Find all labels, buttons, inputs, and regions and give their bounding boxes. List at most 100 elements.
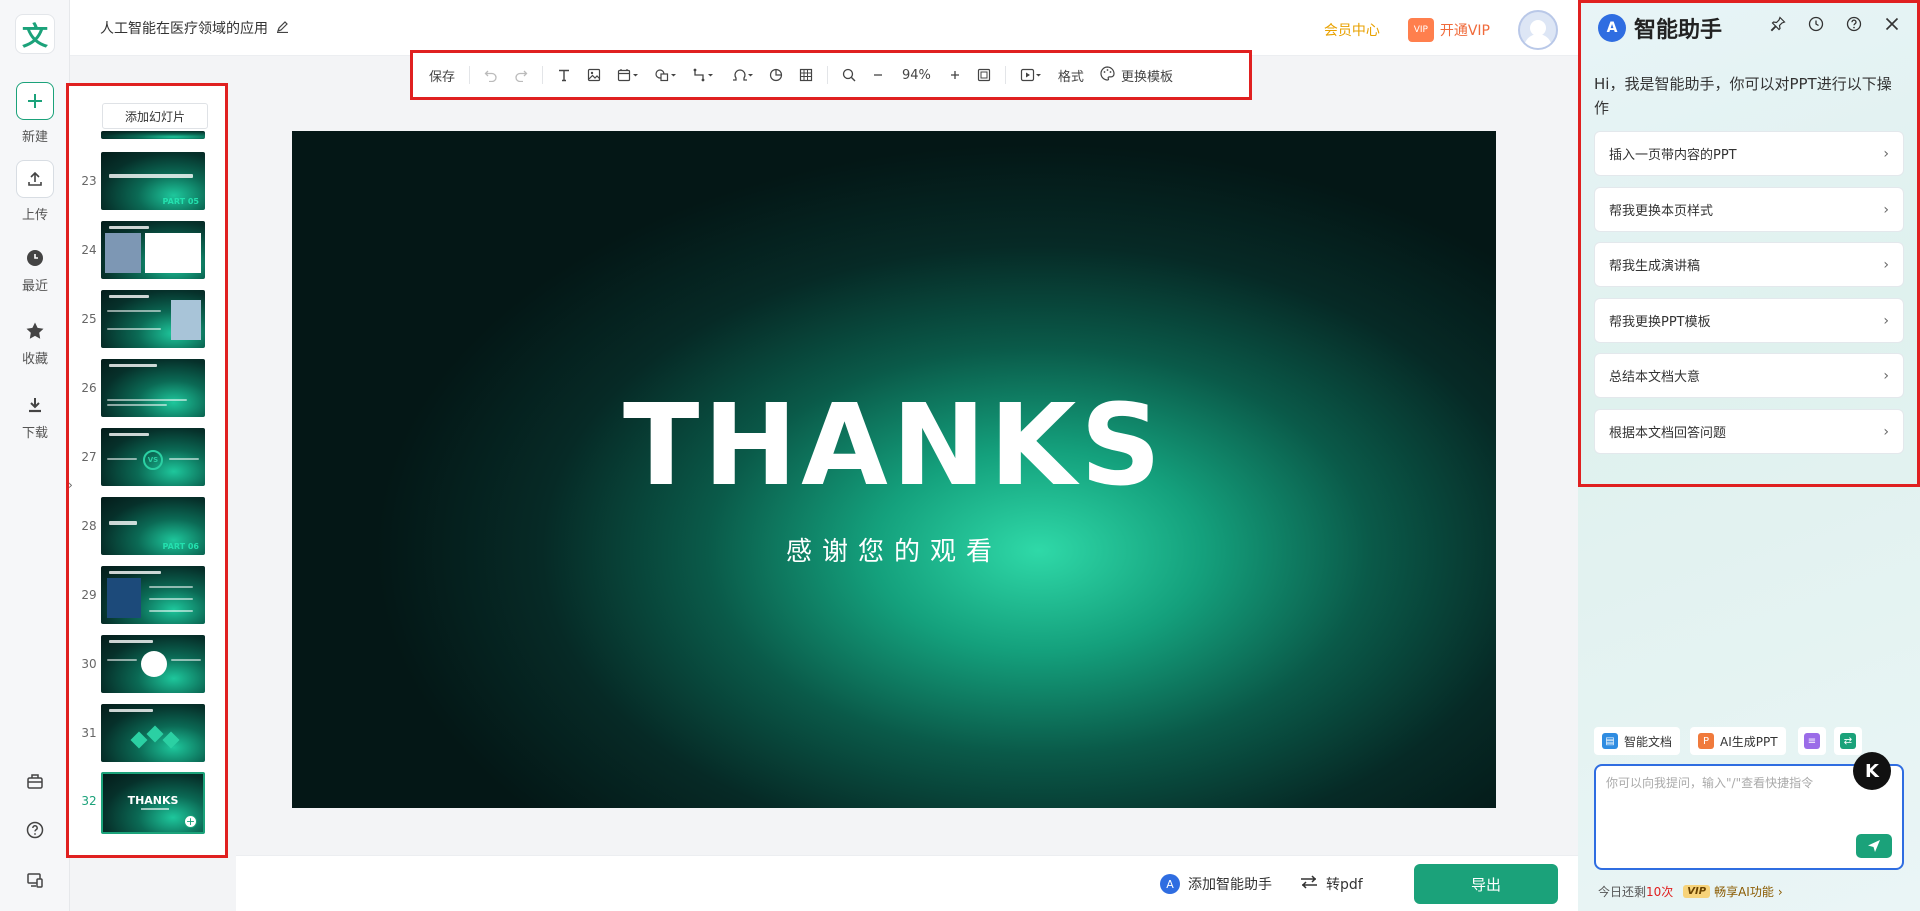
open-vip-button[interactable]: VIP 开通VIP bbox=[1407, 18, 1490, 42]
slide-thumbnail-row[interactable]: 23 PART 05 bbox=[69, 152, 225, 210]
left-rail: 文 新建 上传 最近 收藏 下载 bbox=[0, 0, 70, 911]
send-button[interactable] bbox=[1856, 834, 1892, 858]
slide-thumbnail[interactable] bbox=[101, 359, 205, 417]
slide-thumbnail[interactable] bbox=[101, 566, 205, 624]
slide-subtitle[interactable]: 感谢您的观看 bbox=[292, 531, 1496, 568]
add-assistant-label: 添加智能助手 bbox=[1188, 877, 1272, 893]
undo-icon[interactable] bbox=[476, 60, 506, 90]
slide-thumbnail-row[interactable]: 31 bbox=[69, 704, 225, 762]
export-button[interactable]: 导出 bbox=[1414, 864, 1558, 904]
symbol-tool-dropdown[interactable] bbox=[723, 60, 761, 90]
slide-thumbnail-row[interactable]: 27 VS bbox=[69, 428, 225, 486]
assistant-option[interactable]: 帮我生成演讲稿 › bbox=[1594, 242, 1904, 287]
thumb-text-line bbox=[149, 610, 193, 612]
slide-thumbnail-row[interactable]: 28 PART 06 bbox=[69, 497, 225, 555]
redo-icon[interactable] bbox=[506, 60, 536, 90]
image-tool-icon[interactable] bbox=[579, 60, 609, 90]
help-question-icon[interactable] bbox=[1846, 16, 1862, 36]
slide-thumbnail[interactable] bbox=[101, 290, 205, 348]
zoom-in-icon[interactable] bbox=[941, 60, 969, 90]
plus-icon bbox=[16, 82, 54, 120]
save-button[interactable]: 保存 bbox=[421, 60, 463, 90]
remaining-text: 今日还剩10次 bbox=[1598, 885, 1674, 899]
slide-number: 25 bbox=[81, 312, 97, 326]
assistant-option[interactable]: 插入一页带内容的PPT › bbox=[1594, 131, 1904, 176]
search-icon[interactable] bbox=[834, 60, 864, 90]
help-icon[interactable] bbox=[0, 821, 70, 839]
collapse-panel-chevron-icon[interactable]: › bbox=[68, 478, 73, 492]
zoom-out-icon[interactable] bbox=[864, 60, 892, 90]
slide-thumbnail[interactable] bbox=[101, 635, 205, 693]
slide-thumbnail[interactable]: VS bbox=[101, 428, 205, 486]
slide-thumbnail-row-active[interactable]: 32 THANKS + bbox=[69, 772, 225, 834]
slide-thumbnail[interactable]: PART 05 bbox=[101, 152, 205, 210]
vip-gift-icon: VIP bbox=[1407, 18, 1434, 42]
thumb-image-block bbox=[107, 578, 141, 618]
add-slide-button[interactable]: 添加幻灯片 bbox=[102, 103, 208, 129]
chevron-right-icon: › bbox=[1883, 423, 1889, 440]
slide-thumbnail-row[interactable]: 25 bbox=[69, 290, 225, 348]
play-dropdown[interactable] bbox=[1012, 60, 1050, 90]
current-slide[interactable]: THANKS 感谢您的观看 bbox=[292, 131, 1496, 808]
text-tool-icon[interactable] bbox=[549, 60, 579, 90]
quick-convert-button[interactable]: ⇄ bbox=[1834, 727, 1862, 755]
slide-thumbnail-row[interactable]: 29 bbox=[69, 566, 225, 624]
assistant-option[interactable]: 帮我更换本页样式 › bbox=[1594, 187, 1904, 232]
slide-thumbnail-active[interactable]: THANKS + bbox=[101, 772, 205, 834]
slide-thumbnail-row[interactable]: 30 bbox=[69, 635, 225, 693]
to-pdf-button[interactable]: 转pdf bbox=[1300, 874, 1363, 894]
toolbar-divider bbox=[469, 66, 471, 84]
slide-thumbnail-row[interactable]: 24 bbox=[69, 221, 225, 279]
thumb-subtitle-bar bbox=[141, 808, 169, 810]
chart-tool-icon[interactable] bbox=[761, 60, 791, 90]
thumb-text-line bbox=[171, 659, 201, 661]
vip-feature-link[interactable]: VIP 畅享AI功能 › bbox=[1683, 883, 1783, 900]
app-logo[interactable]: 文 bbox=[15, 14, 55, 54]
slide-thumbnail-partial[interactable] bbox=[101, 131, 205, 139]
slide-thumbnail-panel[interactable]: 添加幻灯片 23 PART 05 24 25 26 27 VS 28 PART … bbox=[66, 83, 228, 858]
rail-new-button[interactable]: 新建 bbox=[0, 82, 70, 145]
send-icon bbox=[1868, 840, 1880, 852]
quick-notes-button[interactable]: ≡ bbox=[1798, 727, 1826, 755]
toolbox-icon[interactable] bbox=[0, 772, 70, 790]
remaining-count: 10次 bbox=[1646, 885, 1674, 899]
editor-toolbar: 保存 94% 格式 更换模板 bbox=[410, 50, 1252, 100]
rail-upload-button[interactable]: 上传 bbox=[0, 160, 70, 223]
rail-recent-button[interactable]: 最近 bbox=[0, 243, 70, 294]
shape-tool-dropdown[interactable] bbox=[647, 60, 685, 90]
add-assistant-button[interactable]: A 添加智能助手 bbox=[1160, 874, 1272, 894]
device-icon[interactable] bbox=[0, 871, 70, 889]
slide-thumbnail[interactable] bbox=[101, 704, 205, 762]
assistant-input[interactable] bbox=[1606, 774, 1894, 834]
avatar[interactable] bbox=[1518, 10, 1558, 50]
quick-smart-doc-button[interactable]: ▤ 智能文档 bbox=[1594, 727, 1681, 755]
rail-favorites-button[interactable]: 收藏 bbox=[0, 316, 70, 367]
fit-screen-icon[interactable] bbox=[969, 60, 999, 90]
thumb-part-label: PART 06 bbox=[162, 542, 200, 551]
connector-tool-dropdown[interactable] bbox=[685, 60, 723, 90]
thumb-image-block bbox=[105, 233, 141, 273]
slide-thumbnail[interactable]: PART 06 bbox=[101, 497, 205, 555]
slide-title[interactable]: THANKS bbox=[292, 381, 1496, 511]
edit-pencil-icon[interactable] bbox=[276, 20, 289, 37]
slide-thumbnail-row[interactable]: 26 bbox=[69, 359, 225, 417]
add-after-icon[interactable]: + bbox=[184, 815, 197, 828]
member-center-link[interactable]: 会员中心 bbox=[1324, 20, 1380, 40]
slide-thumbnail[interactable] bbox=[101, 221, 205, 279]
change-template-button[interactable]: 更换模板 bbox=[1092, 60, 1181, 90]
thumb-text-line bbox=[107, 310, 161, 312]
table-tool-icon[interactable] bbox=[791, 60, 821, 90]
history-clock-icon[interactable] bbox=[1808, 16, 1824, 36]
zoom-level[interactable]: 94% bbox=[892, 68, 941, 83]
quick-ai-ppt-button[interactable]: P AI生成PPT bbox=[1690, 727, 1786, 755]
format-button[interactable]: 格式 bbox=[1050, 60, 1092, 90]
assistant-option[interactable]: 帮我更换PPT模板 › bbox=[1594, 298, 1904, 343]
pin-icon[interactable] bbox=[1770, 16, 1786, 36]
close-icon[interactable] bbox=[1884, 16, 1900, 36]
assistant-option[interactable]: 总结本文档大意 › bbox=[1594, 353, 1904, 398]
floating-k-badge[interactable]: K bbox=[1853, 752, 1891, 790]
rail-recent-label: 最近 bbox=[21, 279, 48, 294]
assistant-option[interactable]: 根据本文档回答问题 › bbox=[1594, 409, 1904, 454]
media-tool-dropdown[interactable] bbox=[609, 60, 647, 90]
rail-download-button[interactable]: 下载 bbox=[0, 390, 70, 441]
